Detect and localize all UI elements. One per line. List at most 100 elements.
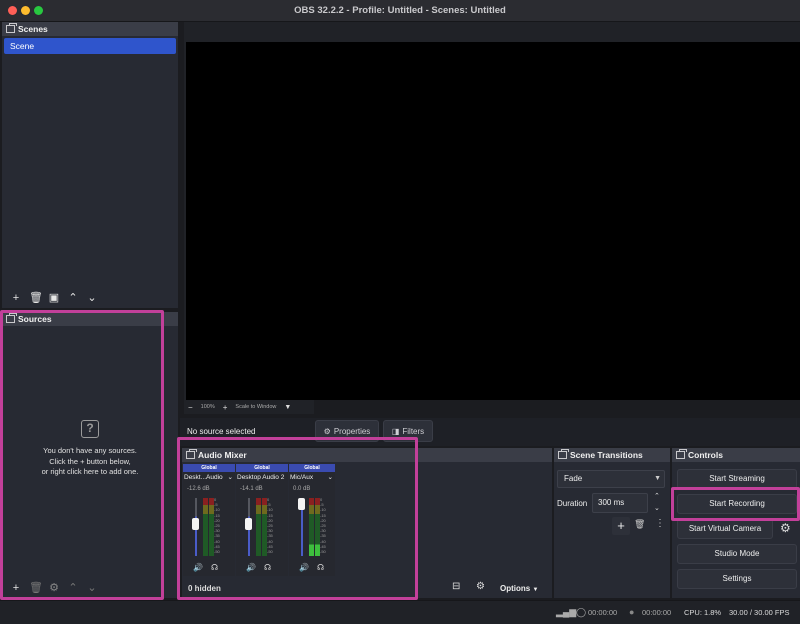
sources-empty-text-1: You don't have any sources. [43,446,137,455]
scenes-dock: Scenes + 🗑 ▣ ⌃ ⌄ [2,22,178,308]
filters-button[interactable]: ◨ Filters [383,420,433,442]
remove-transition-icon[interactable]: 🗑 [634,519,645,530]
add-transition-icon[interactable]: + [612,517,630,535]
meter-scale: 0 -5 -10 -15 -20 -25 -30 -35 -40 -45 -50 [267,497,273,555]
transitions-dock-header: Scene Transitions [554,448,670,462]
preview-zoom-bar: − 100% + Scale to Window ▼ [184,400,314,414]
scale-mode[interactable]: Scale to Window [235,404,276,410]
zoom-level: 100% [200,404,215,410]
options-label: Options [500,584,531,593]
dock-float-icon[interactable] [6,313,17,323]
controls-dock-header: Controls [672,448,800,462]
start-recording-button[interactable]: Start Recording [677,494,797,514]
window-title: OBS 32.2.2 - Profile: Untitled - Scenes:… [294,5,506,16]
no-source-label: No source selected [187,427,256,436]
start-virtual-camera-button[interactable]: Start Virtual Camera [677,519,773,539]
volume-slider-handle[interactable] [298,498,305,510]
scene-list-item[interactable]: Scene [4,38,176,54]
add-source-icon[interactable]: + [10,582,22,594]
gear-icon: ⚙ [323,426,331,436]
chevron-down-icon[interactable]: ▼ [284,404,291,411]
remove-scene-icon[interactable]: 🗑 [29,292,43,304]
context-bar: No source selected ⚙ Properties ◨ Filter… [180,418,800,446]
transition-menu-icon[interactable]: ⋮ [655,518,665,529]
level-meter [309,498,314,556]
settings-button[interactable]: Settings [677,569,797,589]
question-icon: ? [81,420,99,438]
stream-time: 00:00:00 [588,608,618,617]
move-source-up-icon[interactable]: ⌃ [67,582,79,594]
sources-dock-header: Sources [2,312,178,326]
filter-icon: ◨ [391,426,400,436]
sources-empty-state[interactable]: ? You don't have any sources. Click the … [2,420,178,478]
mixer-channel-mic-aux: Global Mic/Aux ⌄ 0.0 dB 0 -5 -10 -15 -20 -25 -3… [289,464,335,576]
sources-dock: Sources ? You don't have any sources. Cl… [2,312,178,598]
headphone-monitor-icon[interactable]: ☊ [264,563,271,572]
duration-spinbox[interactable]: 300 ms [592,493,648,513]
channel-name[interactable]: Mic/Aux ⌄ [289,472,335,484]
virtual-camera-settings-icon[interactable]: ⚙ [780,521,791,535]
volume-slider-handle[interactable] [245,518,252,530]
add-scene-icon[interactable]: + [10,292,22,304]
zoom-out-icon[interactable]: − [188,403,193,412]
transition-selected: Fade [564,474,583,483]
meter-scale: 0 -5 -10 -15 -20 -25 -30 -35 -40 -45 -50 [320,497,326,555]
level-meter [256,498,261,556]
properties-label: Properties [333,426,371,436]
fps-readout: 30.00 / 30.00 FPS [729,608,790,617]
sources-empty-text-2: Click the + button below, [49,456,131,466]
scenes-dock-header: Scenes [2,22,178,36]
volume-slider-handle[interactable] [192,518,199,530]
options-menu[interactable]: Options ▼ [500,584,538,593]
channel-volume-db: 0.0 dB [293,486,311,492]
meter-scale: 0 -5 -10 -15 -20 -25 -30 -35 -40 -45 -50 [214,497,220,555]
status-bar: ▂▄▆ ◯ 00:00:00 ● 00:00:00 CPU: 1.8% 30.0… [0,600,800,624]
mixer-channel-desktop-audio-2: Global Desktop Audio 2 -14.1 dB 0 -5 -10 -1… [236,464,288,576]
speaker-icon[interactable]: 🔊 [193,563,203,572]
preview-area [184,22,800,400]
properties-button[interactable]: ⚙ Properties [315,420,379,442]
headphone-monitor-icon[interactable]: ☊ [211,563,218,572]
zoom-in-icon[interactable]: + [223,403,228,412]
headphone-monitor-icon[interactable]: ☊ [317,563,324,572]
advanced-audio-icon[interactable]: ⚙ [476,581,485,592]
dock-float-icon[interactable] [186,449,197,459]
duration-label: Duration [557,499,588,508]
chevron-up-icon[interactable]: ⌃ [654,492,660,500]
stream-status-icon: ◯ [576,607,587,617]
transition-select[interactable]: Fade ▼ [557,470,665,488]
channel-scope-badge: Global [183,464,235,472]
channel-volume-db: -12.6 dB [187,486,210,492]
dock-float-icon[interactable] [6,23,17,33]
chevron-down-icon[interactable]: ⌄ [654,504,660,512]
channel-name[interactable]: Desktop Audio 2 [236,472,288,484]
duration-value: 300 ms [598,498,625,507]
record-time: 00:00:00 [642,608,672,617]
mixer-channel-desktop-audio: Global Deskt...Audio ⌄ -12.6 dB 0 -5 -10 -15… [183,464,235,576]
start-streaming-button[interactable]: Start Streaming [677,469,797,489]
remove-source-icon[interactable]: 🗑 [29,582,43,594]
channel-scope-badge: Global [289,464,335,472]
hidden-count[interactable]: 0 hidden [188,584,221,593]
speaker-icon[interactable]: 🔊 [299,563,309,572]
speaker-icon[interactable]: 🔊 [246,563,256,572]
channel-scope-badge: Global [236,464,288,472]
source-properties-icon[interactable]: ⚙ [48,582,60,594]
preview-canvas[interactable] [186,42,800,400]
channel-name[interactable]: Deskt...Audio ⌄ [183,472,235,484]
title-bar: OBS 32.2.2 - Profile: Untitled - Scenes:… [0,0,800,22]
dock-float-icon[interactable] [676,449,687,459]
scenes-toolbar: + 🗑 ▣ ⌃ ⌄ [2,290,178,306]
move-scene-down-icon[interactable]: ⌄ [86,292,98,304]
mixer-dock-header: Audio Mixer [182,448,552,462]
channel-volume-db: -14.1 dB [240,486,263,492]
mixer-layout-icon[interactable]: ⊟ [452,581,460,592]
studio-mode-button[interactable]: Studio Mode [677,544,797,564]
dock-float-icon[interactable] [558,449,569,459]
move-scene-up-icon[interactable]: ⌃ [67,292,79,304]
sources-toolbar: + 🗑 ⚙ ⌃ ⌄ [2,580,178,596]
scene-filters-icon[interactable]: ▣ [48,292,60,304]
network-signal-icon: ▂▄▆ [556,607,577,617]
sources-title: Sources [18,314,52,324]
move-source-down-icon[interactable]: ⌄ [86,582,98,594]
